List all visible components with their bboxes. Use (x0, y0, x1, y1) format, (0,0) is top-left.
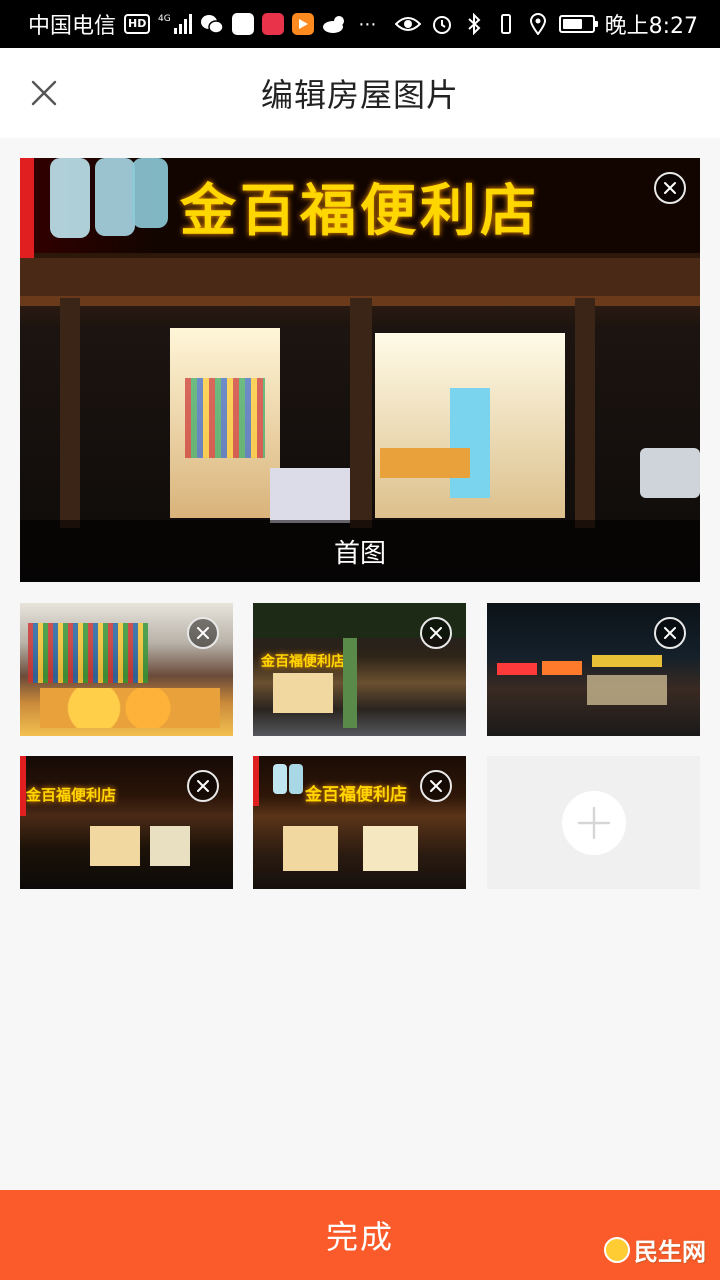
add-photo-button[interactable] (487, 756, 700, 889)
wechat-icon (200, 12, 225, 36)
close-icon (197, 780, 209, 792)
photo-thumbnail[interactable]: 金百福便利店 (253, 756, 466, 889)
close-icon (664, 182, 676, 194)
more-notifications-icon: ⋯ (358, 13, 377, 35)
close-icon (430, 780, 442, 792)
reader-app-icon (262, 13, 285, 35)
close-icon (664, 627, 676, 639)
bluetooth-icon (463, 12, 485, 36)
eye-comfort-icon (394, 12, 421, 36)
hd-icon: HD (124, 14, 151, 34)
battery-icon (558, 15, 598, 33)
weather-icon (322, 12, 348, 36)
close-button[interactable] (24, 73, 64, 113)
watermark: 民生网 (604, 1232, 706, 1267)
photo-thumbnail[interactable]: 金百福便利店 (253, 603, 466, 736)
delete-photo-button[interactable] (654, 172, 686, 204)
network-type: 4G (158, 14, 171, 24)
watermark-logo (604, 1236, 630, 1263)
delete-photo-button[interactable] (420, 617, 452, 649)
delete-photo-button[interactable] (187, 770, 219, 802)
plus-icon (577, 806, 610, 839)
status-bar: 中国电信 HD 4G ⋯ 晚上8:27 (0, 0, 720, 48)
alarm-icon (431, 12, 453, 36)
signal-icon: 4G (158, 12, 193, 36)
close-icon (31, 80, 57, 106)
close-icon (430, 627, 442, 639)
delete-photo-button[interactable] (420, 770, 452, 802)
cover-caption: 首图 (20, 520, 700, 582)
video-app-icon (292, 13, 315, 35)
header-bar: 编辑房屋图片 (0, 48, 720, 138)
store-sign-text: 金百福便利店 (261, 654, 345, 670)
add-photo-circle (561, 790, 626, 855)
store-sign-text: 金百福便利店 (26, 786, 117, 804)
location-icon (527, 12, 549, 36)
clock-time: 晚上8:27 (604, 14, 698, 39)
watermark-text: 民生网 (634, 1238, 706, 1266)
huawei-app-icon (232, 13, 255, 35)
delete-photo-button[interactable] (187, 617, 219, 649)
vibrate-icon (495, 12, 517, 36)
store-sign-text: 金百福便利店 (180, 179, 540, 244)
photo-thumbnail[interactable]: 金百福便利店 (20, 756, 233, 889)
store-photo-image: 金百福便利店 (20, 158, 700, 582)
carrier-label: 中国电信 (28, 14, 117, 39)
page-title: 编辑房屋图片 (260, 76, 459, 114)
store-sign-text: 金百福便利店 (305, 785, 407, 805)
delete-photo-button[interactable] (654, 617, 686, 649)
photo-thumbnail[interactable] (20, 603, 233, 736)
close-icon (197, 627, 209, 639)
done-button-label: 完成 (325, 1218, 394, 1256)
cover-photo[interactable]: 金百福便利店 首图 (20, 158, 700, 582)
photo-thumbnail[interactable] (487, 603, 700, 736)
